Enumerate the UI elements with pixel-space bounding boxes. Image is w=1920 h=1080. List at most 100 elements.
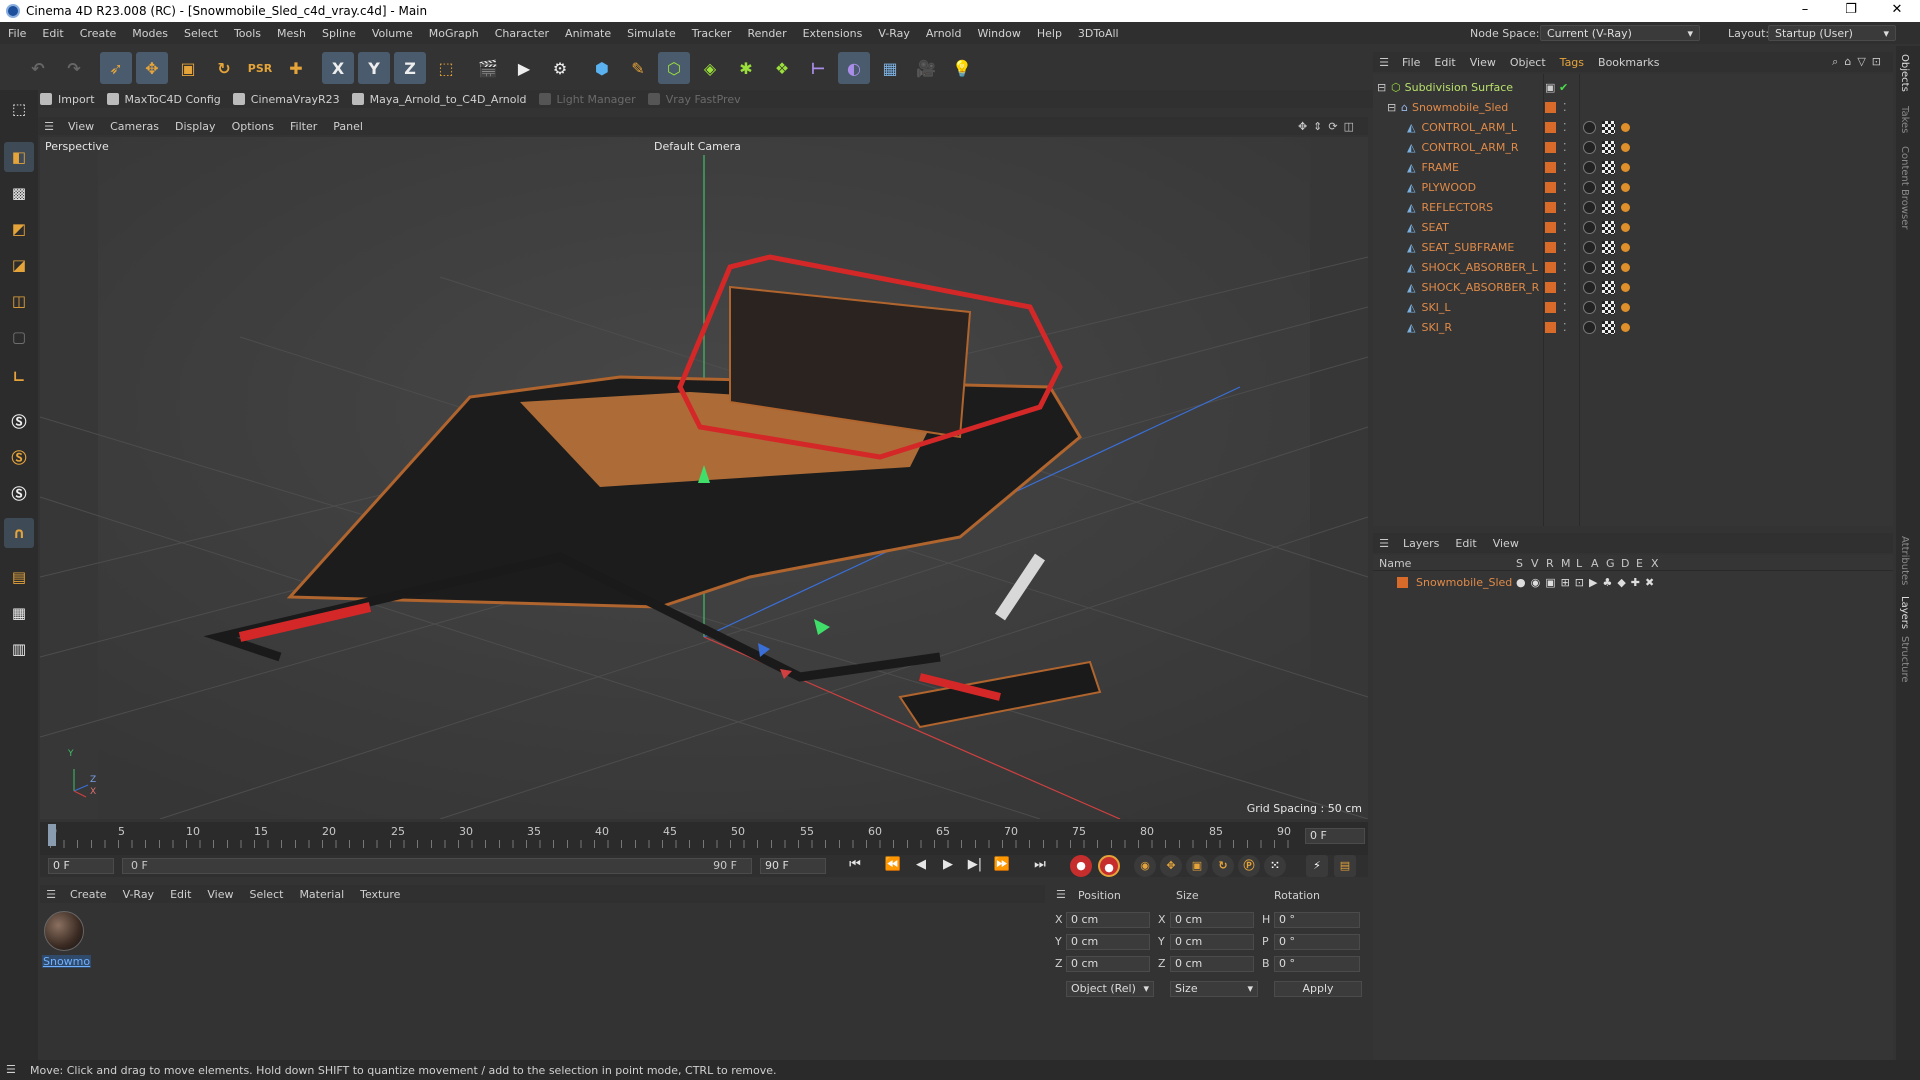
pen-spline-button[interactable]: ✎ [622,52,654,84]
floor-button[interactable]: ▦ [874,52,906,84]
plugin-cinemavrayr23[interactable]: CinemaVrayR23 [232,93,340,106]
close-button[interactable]: ✕ [1874,0,1920,22]
key-rotation-button[interactable]: ↻ [1212,855,1234,877]
grid-button[interactable]: ▦ [4,598,34,628]
object-menu-tags[interactable]: Tags [1553,56,1591,69]
extrude-button[interactable]: ◈ [694,52,726,84]
rotation-h-field[interactable]: 0 ° [1274,912,1360,928]
camera-button[interactable]: 🎥 [910,52,942,84]
object-row-shock-absorber-r[interactable]: ◭ SHOCK_ABSORBER_R ⁚ [1373,278,1893,297]
visibility-dots-icon[interactable]: ⁚ [1563,218,1567,237]
menu-edit[interactable]: Edit [34,27,71,40]
coordinate-mode-dropdown[interactable]: Object (Rel) ▾ [1066,981,1154,997]
field-button[interactable]: ◐ [838,52,870,84]
minimize-button[interactable]: – [1782,0,1828,22]
material-menu-select[interactable]: Select [242,888,292,901]
create-tool-button[interactable]: ✚ [280,52,312,84]
hamburger-icon[interactable]: ☰ [38,120,60,133]
hamburger-icon[interactable]: ☰ [1373,537,1395,550]
visibility-dots-icon[interactable]: ⁚ [1563,238,1567,257]
object-menu-bookmarks[interactable]: Bookmarks [1591,56,1666,69]
texture-tag-icon[interactable] [1602,141,1615,154]
timeline-window-button[interactable]: ▤ [1334,855,1356,877]
rotation-p-field[interactable]: 0 ° [1274,934,1360,950]
menu-render[interactable]: Render [739,27,794,40]
quantize-button[interactable]: Ⓢ [4,478,34,508]
menu-help[interactable]: Help [1029,27,1070,40]
vray-tag-icon[interactable] [1621,283,1630,292]
perspective-viewport[interactable]: Perspective Default Camera Y Z X Grid Sp… [40,137,1368,819]
plugin-maya-arnold[interactable]: Maya_Arnold_to_C4D_Arnold [351,93,527,106]
texture-tag-icon[interactable] [1602,261,1615,274]
material-menu-edit[interactable]: Edit [162,888,199,901]
light-button[interactable]: 💡 [946,52,978,84]
timeline-ruler[interactable]: 0 5 10 15 20 25 30 35 40 45 50 55 60 65 … [40,822,1368,858]
material-tag-icon[interactable] [1583,241,1596,254]
start-frame-field[interactable]: 0 F [48,858,114,874]
axis-mode-button[interactable]: ∟ [4,362,34,392]
cube-button[interactable]: ⬢ [586,52,618,84]
vray-tag-icon[interactable] [1621,243,1630,252]
previous-frame-button[interactable]: ◀ [911,855,931,875]
tab-objects[interactable]: Objects [1899,54,1910,92]
material-menu-vray[interactable]: V-Ray [115,888,163,901]
vray-tag-icon[interactable] [1621,143,1630,152]
material-tag-icon[interactable] [1583,321,1596,334]
material-menu-view[interactable]: View [199,888,241,901]
locked-workplane-button[interactable]: ▥ [4,634,34,664]
scale-tool-button[interactable]: ▣ [172,52,204,84]
vray-tag-icon[interactable] [1621,183,1630,192]
rotate-tool-button[interactable]: ↻ [208,52,240,84]
maximize-button[interactable]: ❐ [1828,0,1874,22]
viewport-menu-filter[interactable]: Filter [282,120,325,133]
tab-structure[interactable]: Structure [1899,636,1910,683]
object-row-control-arm-l[interactable]: ◭ CONTROL_ARM_L ⁚ [1373,118,1893,137]
visibility-edit-icon[interactable]: ▣ [1545,78,1555,97]
object-row-shock-absorber-l[interactable]: ◭ SHOCK_ABSORBER_L ⁚ [1373,258,1893,277]
vray-tag-icon[interactable] [1621,263,1630,272]
deformer-button[interactable]: ⊢ [802,52,834,84]
viewport-menu-options[interactable]: Options [224,120,282,133]
go-to-start-button[interactable]: ⏮ [845,855,865,875]
texture-tag-icon[interactable] [1602,121,1615,134]
visibility-dots-icon[interactable]: ⁚ [1563,298,1567,317]
key-parameter-button[interactable]: Ⓟ [1238,855,1260,877]
vray-tag-icon[interactable] [1621,323,1630,332]
size-x-field[interactable]: 0 cm [1170,912,1254,928]
object-row-plywood[interactable]: ◭ PLYWOOD ⁚ [1373,178,1893,197]
workplane-snap-button[interactable]: Ⓢ [4,442,34,472]
render-settings-button[interactable]: ⚙ [544,52,576,84]
visibility-dots-icon[interactable]: ⁚ [1563,278,1567,297]
render-view-button[interactable]: ▶ [508,52,540,84]
workplane-button[interactable]: ▤ [4,562,34,592]
plugin-import[interactable]: Import [40,93,95,106]
texture-tag-icon[interactable] [1602,301,1615,314]
move-tool-button[interactable]: ✥ [136,52,168,84]
layer-toggle-icons[interactable]: ●◉▣⊞⊡▶♣◆✚✖ [1516,573,1659,592]
object-row-seat-subframe[interactable]: ◭ SEAT_SUBFRAME ⁚ [1373,238,1893,257]
menu-tools[interactable]: Tools [226,27,269,40]
go-to-end-button[interactable]: ⏭ [1030,855,1050,875]
key-scale-button[interactable]: ▣ [1186,855,1208,877]
vray-tag-icon[interactable] [1621,163,1630,172]
visibility-dots-icon[interactable]: ⁚ [1563,138,1567,157]
tweak-mode-button[interactable]: ∩ [4,518,34,548]
object-row-ski-l[interactable]: ◭ SKI_L ⁚ [1373,298,1893,317]
make-editable-button[interactable]: ⬚ [4,94,34,124]
size-y-field[interactable]: 0 cm [1170,934,1254,950]
menu-file[interactable]: File [0,27,34,40]
tab-layers[interactable]: Layers [1899,596,1910,629]
position-y-field[interactable]: 0 cm [1066,934,1150,950]
visibility-dots-icon[interactable]: ⁚ [1563,98,1567,117]
hamburger-icon[interactable]: ☰ [1056,888,1066,901]
object-menu-file[interactable]: File [1395,56,1427,69]
texture-mode-button[interactable]: ▩ [4,178,34,208]
menu-mesh[interactable]: Mesh [269,27,314,40]
layers-menu-edit[interactable]: Edit [1447,537,1484,550]
layer-color-icon[interactable] [1397,577,1408,588]
object-search-icons[interactable]: ⌕⌂▽⊡ [1832,55,1887,69]
object-row-seat[interactable]: ◭ SEAT ⁚ [1373,218,1893,237]
render-region-button[interactable]: 🎬 [472,52,504,84]
plugin-maxtoc4d-config[interactable]: MaxToC4D Config [106,93,221,106]
visibility-dots-icon[interactable]: ⁚ [1563,158,1567,177]
